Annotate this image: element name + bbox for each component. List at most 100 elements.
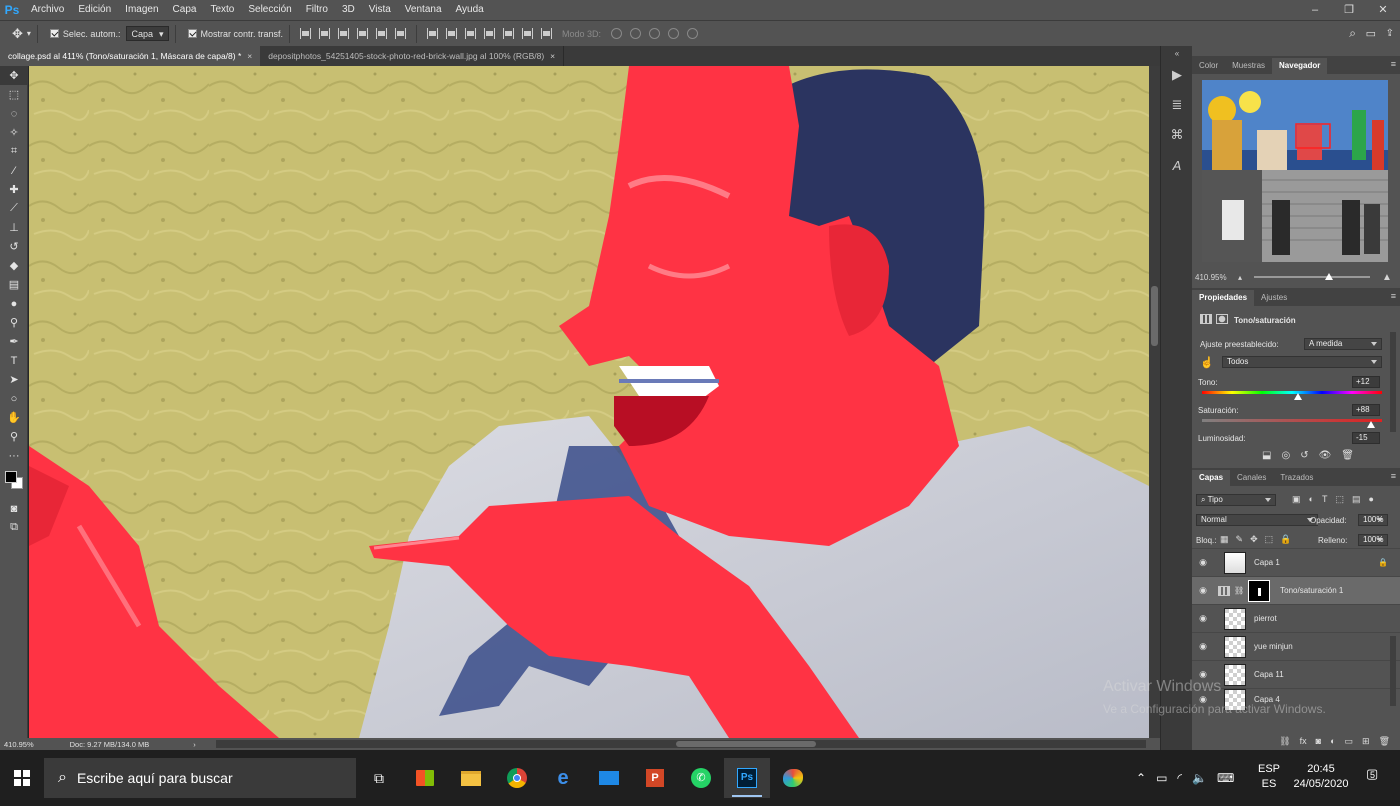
share-icon[interactable]: ⇪ bbox=[1386, 28, 1394, 39]
workspace-icon[interactable]: ▭ bbox=[1366, 27, 1376, 40]
path-selection-tool[interactable]: ➤ bbox=[0, 370, 28, 389]
hand-tool[interactable]: ✋ bbox=[0, 408, 28, 427]
menu-ayuda[interactable]: Ayuda bbox=[449, 0, 491, 20]
document-canvas[interactable] bbox=[29, 66, 1149, 738]
maximize-icon[interactable]: ❐ bbox=[1332, 0, 1366, 20]
history-brush-tool[interactable]: ↺ bbox=[0, 237, 28, 256]
clip-to-layer-icon[interactable]: ⬓ bbox=[1262, 450, 1271, 461]
scroll-thumb[interactable] bbox=[676, 741, 816, 747]
menu-archivo[interactable]: Archivo bbox=[24, 0, 71, 20]
clock[interactable]: 20:45 24/05/2020 bbox=[1286, 762, 1356, 792]
distribute-hcenter-icon[interactable] bbox=[503, 28, 515, 39]
vertical-scrollbar[interactable] bbox=[1149, 66, 1160, 738]
close-tab-icon[interactable]: × bbox=[247, 51, 252, 61]
saturation-slider[interactable] bbox=[1202, 419, 1382, 422]
mask-icon[interactable] bbox=[1216, 314, 1228, 324]
hue-input[interactable]: +12 bbox=[1352, 376, 1380, 388]
notifications-button[interactable]: ▢ 5 bbox=[1366, 766, 1386, 788]
scale-3d-icon[interactable] bbox=[687, 28, 699, 39]
lightness-input[interactable]: -15 bbox=[1352, 432, 1380, 444]
tab-color[interactable]: Color bbox=[1192, 58, 1225, 74]
tab-layers[interactable]: Capas bbox=[1192, 470, 1231, 486]
menu-3d[interactable]: 3D bbox=[335, 0, 362, 20]
blur-tool[interactable]: ● bbox=[0, 294, 28, 313]
lasso-tool[interactable]: ◌ bbox=[0, 104, 28, 123]
tab-paths[interactable]: Trazados bbox=[1273, 470, 1320, 486]
healing-brush-tool[interactable]: ✚ bbox=[0, 180, 28, 199]
history-icon[interactable]: ▶ bbox=[1161, 60, 1193, 90]
lock-all-icon[interactable]: 🔒 bbox=[1280, 534, 1291, 545]
align-right-icon[interactable] bbox=[395, 28, 407, 39]
view-previous-icon[interactable]: ◎ bbox=[1281, 450, 1290, 461]
more-tools-icon[interactable]: ··· bbox=[0, 446, 28, 465]
photoshop-taskbar-icon[interactable]: Ps bbox=[724, 758, 770, 798]
tab-brick-wall[interactable]: depositphotos_54251405-stock-photo-red-b… bbox=[260, 46, 565, 66]
tab-swatches[interactable]: Muestras bbox=[1225, 58, 1272, 74]
new-group-icon[interactable]: ▭ bbox=[1345, 736, 1354, 747]
show-transform-checkbox[interactable] bbox=[187, 29, 197, 38]
menu-texto[interactable]: Texto bbox=[203, 0, 241, 20]
layer-row-pierrot[interactable]: ◉ pierrot bbox=[1192, 604, 1400, 632]
zoom-level[interactable]: 410.95% bbox=[4, 740, 34, 749]
chrome-icon[interactable] bbox=[494, 758, 540, 798]
new-adjustment-icon[interactable]: ◐ bbox=[1330, 736, 1335, 746]
menu-imagen[interactable]: Imagen bbox=[118, 0, 165, 20]
navigator-zoom-slider[interactable] bbox=[1254, 276, 1370, 278]
menu-capa[interactable]: Capa bbox=[166, 0, 204, 20]
properties-scrollbar[interactable] bbox=[1390, 332, 1396, 432]
visibility-eye-icon[interactable]: ◉ bbox=[1192, 641, 1214, 652]
quick-mask-icon[interactable]: ◙ bbox=[0, 499, 28, 518]
tab-navigator[interactable]: Navegador bbox=[1272, 58, 1328, 74]
delete-layer-icon[interactable]: 🗑 bbox=[1379, 736, 1390, 747]
close-icon[interactable]: ✕ bbox=[1366, 0, 1400, 20]
auto-align-icon[interactable] bbox=[541, 28, 553, 39]
layer-row-capa-11[interactable]: ◉ Capa 11 bbox=[1192, 660, 1400, 688]
distribute-left-icon[interactable] bbox=[484, 28, 496, 39]
crop-tool[interactable]: ⌗ bbox=[0, 142, 28, 161]
filter-smart-icon[interactable]: ▤ bbox=[1352, 494, 1361, 505]
magic-wand-tool[interactable]: ✧ bbox=[0, 123, 28, 142]
eraser-tool[interactable]: ◆ bbox=[0, 256, 28, 275]
layer-row-hue-saturation[interactable]: ◉ ⛓ Tono/saturación 1 bbox=[1192, 576, 1400, 604]
auto-select-checkbox[interactable] bbox=[49, 29, 59, 38]
layer-filter-dropdown[interactable]: ⌕ Tipo bbox=[1196, 494, 1276, 506]
visibility-eye-icon[interactable]: 👁 bbox=[1319, 450, 1332, 461]
panel-menu-icon[interactable]: ≡ bbox=[1391, 471, 1396, 481]
panel-menu-icon[interactable]: ≡ bbox=[1391, 291, 1396, 301]
collapse-panels-icon[interactable]: « bbox=[1161, 46, 1193, 60]
mask-link-icon[interactable]: ⛓ bbox=[1234, 586, 1244, 595]
lock-artboard-icon[interactable]: ⬚ bbox=[1265, 534, 1274, 545]
hue-slider[interactable] bbox=[1202, 391, 1382, 394]
horizontal-scrollbar[interactable] bbox=[216, 740, 1146, 748]
character-icon[interactable]: A bbox=[1161, 150, 1193, 180]
type-tool[interactable]: T bbox=[0, 351, 28, 370]
layer-style-icon[interactable]: fx bbox=[1300, 736, 1307, 746]
close-tab-icon[interactable]: × bbox=[550, 51, 555, 61]
tab-properties[interactable]: Propiedades bbox=[1192, 290, 1255, 306]
minimize-icon[interactable]: – bbox=[1298, 0, 1332, 20]
filter-shape-icon[interactable]: ⬚ bbox=[1335, 494, 1344, 505]
navigator-zoom-value[interactable]: 410.95% bbox=[1195, 273, 1227, 282]
start-button[interactable] bbox=[0, 758, 44, 798]
status-menu-icon[interactable]: › bbox=[193, 740, 196, 749]
dodge-tool[interactable]: ⚲ bbox=[0, 313, 28, 332]
tab-channels[interactable]: Canales bbox=[1230, 470, 1273, 486]
align-bottom-icon[interactable] bbox=[338, 28, 350, 39]
visibility-eye-icon[interactable]: ◉ bbox=[1192, 694, 1214, 705]
visibility-eye-icon[interactable]: ◉ bbox=[1192, 557, 1214, 568]
pan-3d-icon[interactable] bbox=[649, 28, 661, 39]
link-layers-icon[interactable]: ⛓ bbox=[1279, 736, 1290, 747]
hue-slider-thumb[interactable] bbox=[1294, 393, 1302, 400]
layers-scrollbar[interactable] bbox=[1390, 636, 1396, 706]
lock-image-icon[interactable]: ✎ bbox=[1236, 534, 1244, 545]
channel-dropdown[interactable]: Todos bbox=[1222, 356, 1382, 368]
network-icon[interactable]: ◜ bbox=[1177, 771, 1182, 785]
visibility-eye-icon[interactable]: ◉ bbox=[1192, 669, 1214, 680]
color-swatches[interactable] bbox=[0, 465, 28, 499]
keyboard-icon[interactable]: ⌨ bbox=[1217, 771, 1234, 785]
align-hcenter-icon[interactable] bbox=[376, 28, 388, 39]
whatsapp-icon[interactable]: ✆ bbox=[678, 758, 724, 798]
opacity-input[interactable]: 100% bbox=[1358, 514, 1388, 526]
auto-select-dropdown[interactable]: Capa ▾ bbox=[126, 26, 169, 41]
preset-dropdown[interactable]: A medida bbox=[1304, 338, 1382, 350]
